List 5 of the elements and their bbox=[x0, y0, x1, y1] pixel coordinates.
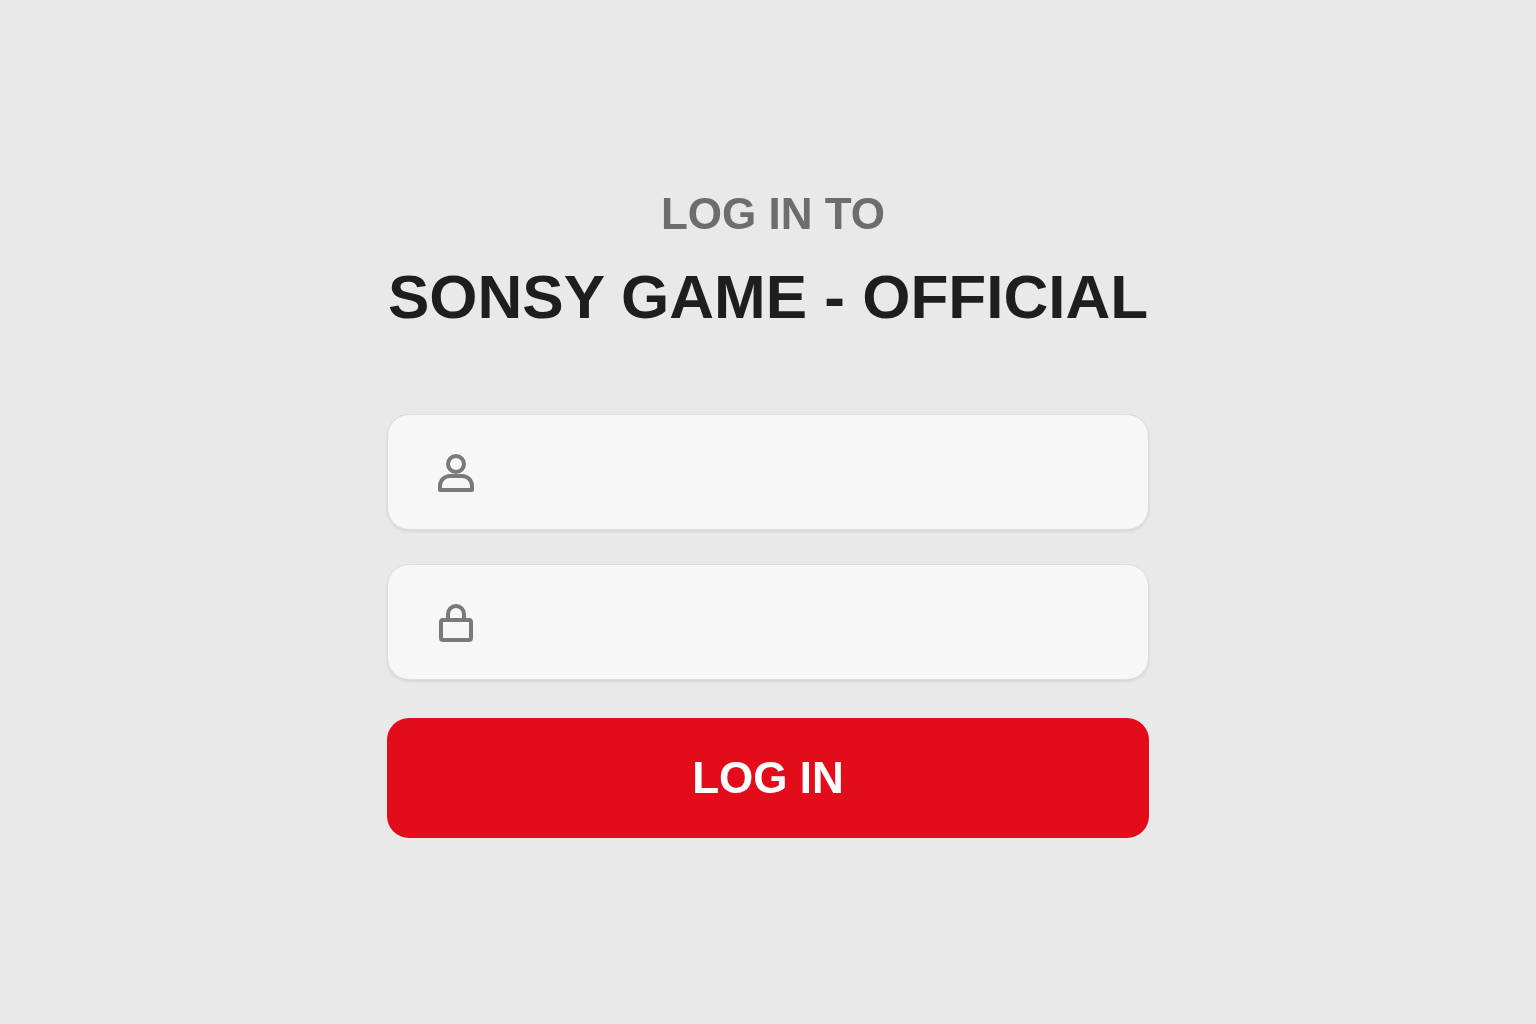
subtitle: LOG IN TO bbox=[660, 192, 886, 236]
title: SONSY GAME - OFFICIAL bbox=[387, 266, 1149, 328]
login-button[interactable]: LOG IN bbox=[387, 718, 1149, 838]
password-field[interactable] bbox=[387, 564, 1149, 680]
username-field[interactable] bbox=[387, 414, 1149, 530]
